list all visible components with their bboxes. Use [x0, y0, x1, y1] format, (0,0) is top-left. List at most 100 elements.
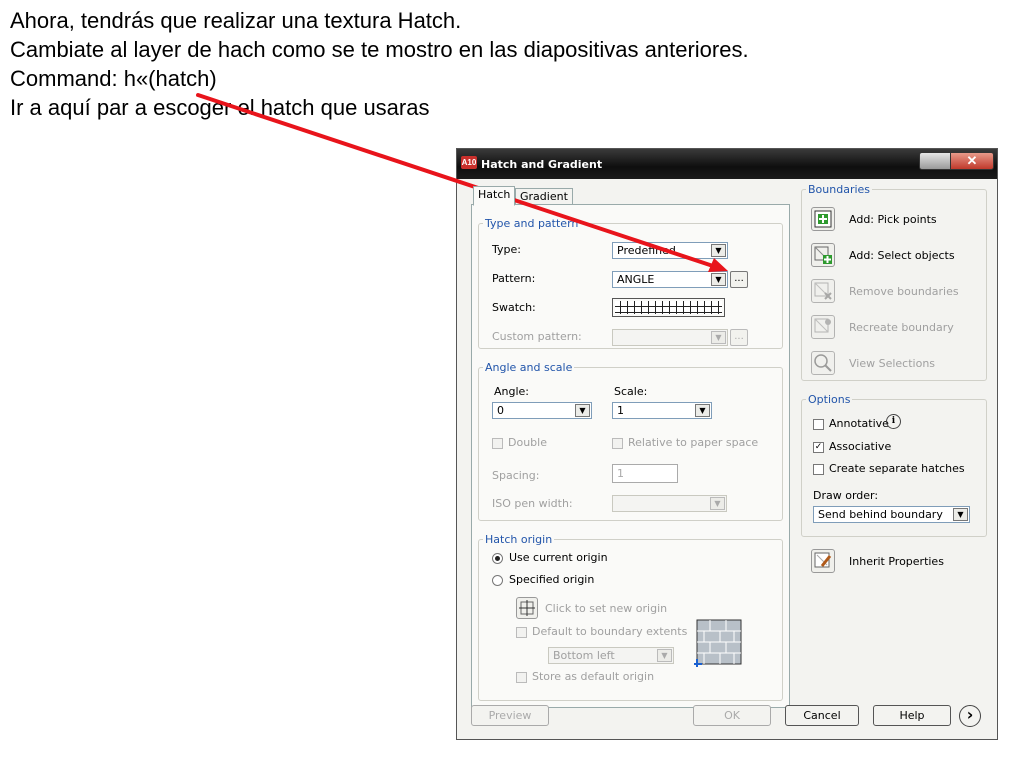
remove-boundaries-button[interactable] [811, 279, 835, 303]
chevron-down-icon: ▼ [657, 649, 672, 662]
hatch-origin-legend: Hatch origin [485, 533, 553, 546]
annotative-label: Annotative [829, 417, 889, 430]
boundaries-legend: Boundaries [808, 183, 871, 196]
hatch-tab-panel: Type and pattern Type: Predefined ▼ Patt… [471, 204, 790, 708]
ok-button[interactable]: OK [693, 705, 771, 726]
set-origin-icon [519, 600, 535, 616]
pattern-value: ANGLE [617, 273, 655, 286]
more-options-button[interactable]: › [959, 705, 981, 727]
annotative-checkbox[interactable] [813, 419, 824, 430]
specified-origin-label: Specified origin [509, 573, 595, 586]
angle-label: Angle: [494, 385, 530, 398]
radio-selected-dot [495, 556, 500, 561]
spacing-input[interactable]: 1 [612, 464, 678, 483]
pattern-label: Pattern: [492, 272, 536, 285]
select-objects-icon [814, 246, 832, 264]
recreate-boundary-button[interactable] [811, 315, 835, 339]
remove-boundaries-label: Remove boundaries [849, 285, 959, 298]
autocad-logo-icon: A10 [461, 156, 477, 169]
type-label: Type: [492, 243, 521, 256]
use-current-origin-radio[interactable] [492, 553, 503, 564]
instruction-line-3: Command: h«(hatch) [10, 66, 217, 91]
specified-origin-radio[interactable] [492, 575, 503, 586]
angle-scale-legend: Angle and scale [485, 361, 573, 374]
scale-select[interactable]: 1 ▼ [612, 402, 712, 419]
instruction-line-4: Ir a aquí par a escoger el hatch que usa… [10, 95, 430, 120]
double-checkbox[interactable] [492, 438, 503, 449]
relative-paper-space-checkbox[interactable] [612, 438, 623, 449]
draw-order-label: Draw order: [813, 489, 879, 502]
type-pattern-legend: Type and pattern [485, 217, 579, 230]
store-default-origin-label: Store as default origin [532, 670, 655, 683]
chevron-down-icon: ▼ [953, 508, 968, 521]
pattern-swatch[interactable] [612, 298, 725, 317]
tab-gradient[interactable]: Gradient [515, 188, 573, 205]
iso-pen-width-select[interactable]: ▼ [612, 495, 727, 512]
origin-position-select[interactable]: Bottom left ▼ [548, 647, 674, 664]
dialog-title: Hatch and Gradient [481, 158, 603, 171]
store-default-origin-checkbox[interactable] [516, 672, 527, 683]
click-set-origin-button[interactable] [516, 597, 538, 619]
recreate-boundary-label: Recreate boundary [849, 321, 954, 334]
angle-value: 0 [497, 404, 504, 417]
dialog-titlebar[interactable]: A10 Hatch and Gradient ✕ [457, 149, 997, 179]
chevron-down-icon: ▼ [695, 404, 710, 417]
magnifier-icon [814, 354, 832, 372]
hatch-gradient-dialog: A10 Hatch and Gradient ✕ Hatch Gradient … [456, 148, 998, 740]
scale-value: 1 [617, 404, 624, 417]
dialog-body: Hatch Gradient Type and pattern Type: Pr… [457, 179, 997, 739]
preview-button[interactable]: Preview [471, 705, 549, 726]
close-button[interactable]: ✕ [950, 152, 994, 170]
type-select[interactable]: Predefined ▼ [612, 242, 728, 259]
origin-position-value: Bottom left [553, 649, 615, 662]
separate-hatches-checkbox[interactable] [813, 464, 824, 475]
tab-hatch[interactable]: Hatch [473, 186, 516, 206]
info-icon[interactable]: i [886, 414, 901, 429]
view-selections-button[interactable] [811, 351, 835, 375]
inherit-properties-label: Inherit Properties [849, 555, 944, 568]
add-select-objects-label: Add: Select objects [849, 249, 955, 262]
help-button[interactable]: Help [873, 705, 951, 726]
click-set-origin-label: Click to set new origin [545, 602, 668, 615]
relative-paper-space-label: Relative to paper space [628, 436, 759, 449]
recreate-boundary-icon [814, 318, 831, 333]
chevron-down-icon: ▼ [711, 273, 726, 286]
add-pick-points-button[interactable] [811, 207, 835, 231]
angle-select[interactable]: 0 ▼ [492, 402, 592, 419]
default-extents-checkbox[interactable] [516, 627, 527, 638]
type-value: Predefined [617, 244, 676, 257]
separate-hatches-label: Create separate hatches [829, 462, 965, 475]
spacing-label: Spacing: [492, 469, 540, 482]
brick-preview-icon [694, 619, 742, 667]
add-select-objects-button[interactable] [811, 243, 835, 267]
view-selections-label: View Selections [849, 357, 936, 370]
scale-label: Scale: [614, 385, 648, 398]
slide-text: Ahora, tendrás que realizar una textura … [10, 6, 749, 122]
custom-pattern-browse-button[interactable]: ... [730, 329, 748, 346]
default-extents-label: Default to boundary extents [532, 625, 688, 638]
chevron-down-icon: ▼ [710, 497, 725, 510]
instruction-line-2: Cambiate al layer de hach como se te mos… [10, 37, 749, 62]
pattern-select[interactable]: ANGLE ▼ [612, 271, 728, 288]
pattern-browse-button[interactable]: ... [730, 271, 748, 288]
instruction-line-1: Ahora, tendrás que realizar una textura … [10, 8, 462, 33]
swatch-label: Swatch: [492, 301, 536, 314]
inherit-properties-button[interactable] [811, 549, 835, 573]
remove-boundaries-icon [814, 282, 832, 300]
cancel-button[interactable]: Cancel [785, 705, 859, 726]
chevron-down-icon: ▼ [711, 244, 726, 257]
custom-pattern-select[interactable]: ▼ [612, 329, 728, 346]
add-pick-points-label: Add: Pick points [849, 213, 937, 226]
draw-order-value: Send behind boundary [818, 508, 943, 521]
draw-order-select[interactable]: Send behind boundary ▼ [813, 506, 970, 523]
chevron-down-icon: ▼ [575, 404, 590, 417]
chevron-down-icon: ▼ [711, 331, 726, 344]
associative-label: Associative [829, 440, 892, 453]
associative-checkbox[interactable]: ✓ [813, 442, 824, 453]
pick-points-icon [814, 210, 832, 228]
custom-pattern-label: Custom pattern: [492, 330, 582, 343]
minimize-button[interactable] [919, 152, 951, 170]
use-current-origin-label: Use current origin [509, 551, 608, 564]
options-legend: Options [808, 393, 851, 406]
inherit-brush-icon [814, 552, 832, 568]
